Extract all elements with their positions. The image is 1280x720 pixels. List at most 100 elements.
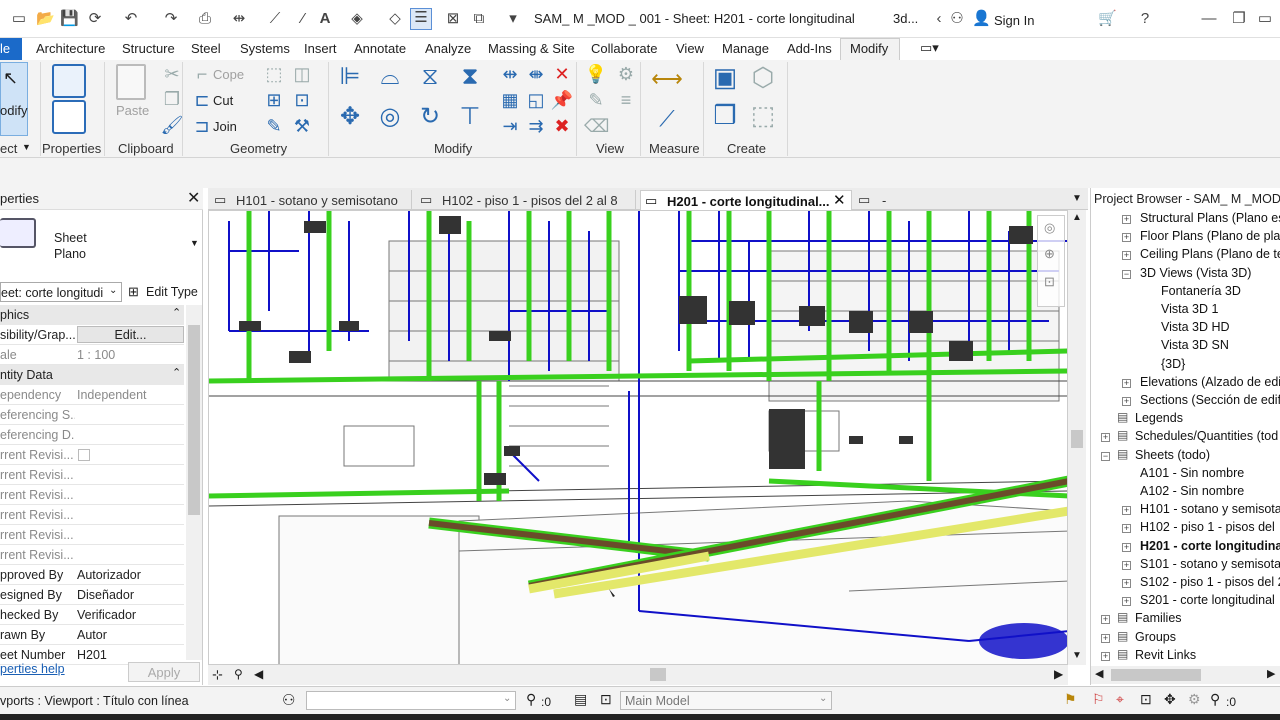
measure-tool-icon[interactable]: ⟷ — [650, 68, 684, 90]
properties-icon[interactable] — [52, 100, 86, 134]
expand-node-icon[interactable]: + — [1122, 251, 1131, 261]
section-icon[interactable]: ◇ — [386, 10, 404, 28]
chevron-down-icon[interactable]: ▼ — [22, 142, 31, 152]
copy-icon[interactable]: ❐ — [160, 88, 184, 110]
select-group-label[interactable]: ect — [0, 141, 17, 156]
project-browser-item[interactable]: Legends — [1135, 411, 1183, 425]
contextual-tab-icon[interactable]: ▭▾ — [920, 40, 939, 56]
project-browser-item[interactable]: Vista 3D SN — [1161, 338, 1229, 352]
project-browser-item[interactable]: Fontanería 3D — [1161, 284, 1241, 298]
geometry-tool-4-icon[interactable]: ⊡ — [290, 89, 314, 111]
zoom-icon[interactable]: ⊡ — [1044, 274, 1055, 290]
tab-view[interactable]: View — [676, 41, 704, 56]
geometry-tool-3-icon[interactable]: ⊞ — [262, 89, 286, 111]
navigation-bar[interactable]: ◎ ⊕ ⊡ — [1037, 215, 1065, 307]
view-cube-icon[interactable]: ◎ — [1044, 220, 1055, 236]
align-icon[interactable]: ⊫ — [338, 65, 362, 89]
collapse-node-icon[interactable]: − — [1101, 451, 1110, 461]
split-gap-icon[interactable]: ⇼ — [524, 63, 548, 85]
scroll-thumb[interactable] — [188, 325, 200, 515]
geometry-tool-1-icon[interactable]: ⬚ — [262, 63, 286, 85]
expand-node-icon[interactable]: + — [1122, 579, 1131, 588]
drag-icon[interactable]: ✥ — [1164, 691, 1176, 708]
project-browser-item[interactable]: S102 - piso 1 - pisos del 2 — [1140, 575, 1280, 589]
cope-button[interactable]: Cope — [213, 67, 244, 82]
tabs-dropdown-icon[interactable]: ▼ — [1072, 193, 1082, 204]
scroll-right-icon[interactable]: ▶ — [1054, 667, 1063, 681]
tab-add-ins[interactable]: Add-Ins — [787, 41, 832, 56]
create-assembly-icon[interactable]: ⬡ — [746, 64, 780, 96]
cope-icon[interactable]: ⌐ — [190, 63, 214, 85]
trim-icon[interactable]: ⊤ — [458, 105, 482, 129]
trim-extend-icon[interactable]: ⇥ — [498, 115, 522, 137]
expand-node-icon[interactable]: + — [1101, 651, 1110, 661]
location-icon[interactable]: ⚲ — [234, 667, 243, 681]
design-option-select[interactable]: Main Model ⌄ — [620, 691, 832, 710]
hide-icon[interactable]: 💡 — [584, 63, 608, 85]
expand-node-icon[interactable]: + — [1122, 378, 1131, 388]
expand-node-icon[interactable]: + — [1122, 397, 1131, 406]
scroll-left-icon[interactable]: ◀ — [254, 667, 263, 681]
override-icon[interactable]: ⚙ — [614, 63, 638, 85]
apply-button[interactable]: Apply — [128, 662, 200, 682]
tab-h102[interactable]: ▭ H102 - piso 1 - pisos del 2 al 8 — [416, 190, 636, 210]
scroll-down-icon[interactable]: ▼ — [1072, 650, 1082, 661]
file-tab[interactable]: le — [0, 38, 22, 60]
expand-node-icon[interactable]: + — [1122, 215, 1131, 224]
project-browser-item[interactable]: S101 - sotano y semisotar — [1140, 557, 1280, 571]
dimension-icon[interactable]: ⟋ — [266, 10, 284, 28]
demolish-icon[interactable]: ⚒ — [290, 115, 314, 137]
expand-node-icon[interactable]: + — [1122, 524, 1131, 534]
project-browser-item[interactable]: Elevations (Alzado de edi — [1140, 375, 1280, 389]
create-similar-icon[interactable]: ⬚ — [746, 102, 780, 134]
project-browser-item[interactable]: A102 - Sin nombre — [1140, 484, 1244, 498]
revision-checkbox[interactable] — [78, 449, 90, 461]
scale-icon[interactable]: ◱ — [524, 89, 548, 111]
canvas-horizontal-scrollbar[interactable]: ⊹ ⚲ ◀ ▶ — [208, 665, 1068, 685]
project-browser-item[interactable]: Groups — [1135, 630, 1176, 644]
tab-manage[interactable]: Manage — [722, 41, 769, 56]
drawing-canvas[interactable]: ◎ ⊕ ⊡ — [208, 210, 1068, 665]
unpin-icon[interactable]: ✕ — [550, 63, 574, 85]
clipboard-icon[interactable] — [116, 64, 146, 100]
sign-in-link[interactable]: Sign In — [994, 13, 1034, 28]
expand-node-icon[interactable]: + — [1122, 560, 1131, 570]
project-browser-item[interactable]: Families — [1135, 611, 1182, 625]
type-dropdown-icon[interactable]: ▼ — [190, 238, 199, 248]
tab-3d[interactable]: ▭ - — [856, 190, 976, 210]
linework-icon[interactable]: ✎ — [584, 89, 608, 111]
prop-value[interactable]: Diseñador — [77, 588, 184, 602]
expand-node-icon[interactable]: + — [1101, 633, 1110, 643]
prop-value[interactable]: Verificador — [77, 608, 184, 622]
join-icon[interactable]: ⊐ — [190, 115, 214, 137]
redo-icon[interactable]: ↷ — [162, 10, 180, 28]
print-icon[interactable]: ⎙ — [196, 10, 214, 28]
section-graphics[interactable]: phics ⌃ — [0, 305, 184, 325]
folder-icon[interactable]: 📂 — [36, 10, 55, 28]
geometry-tool-2-icon[interactable]: ◫ — [290, 63, 314, 85]
copy-element-icon[interactable]: ◎ — [378, 105, 402, 129]
cut-geometry-icon[interactable]: ⊏ — [190, 89, 214, 111]
tab-h101[interactable]: ▭ H101 - sotano y semisotano — [210, 190, 412, 210]
pb-horizontal-scrollbar[interactable]: ◀ ▶ — [1091, 666, 1280, 684]
join-button[interactable]: Join — [213, 119, 237, 134]
pin-view-icon[interactable]: ⊹ — [212, 667, 223, 683]
project-browser-item[interactable]: Ceiling Plans (Plano de te — [1140, 247, 1280, 261]
project-browser-item[interactable]: Schedules/Quantities (tod — [1135, 429, 1278, 443]
scroll-thumb[interactable] — [1071, 430, 1083, 448]
close-hidden-icon[interactable]: ⊠ — [444, 10, 462, 28]
links-icon[interactable]: ⚑ — [1064, 691, 1077, 708]
expand-node-icon[interactable]: + — [1122, 542, 1131, 552]
dimension-tool-icon[interactable]: ⟋ — [650, 108, 684, 130]
project-browser-item[interactable]: H101 - sotano y semisota — [1140, 502, 1280, 516]
switch-windows-icon[interactable]: ⧉ — [470, 10, 488, 28]
3d-view-icon[interactable]: ◈ — [348, 10, 366, 28]
project-browser-item[interactable]: H201 - corte longitudina — [1140, 539, 1280, 553]
help-icon[interactable]: ? — [1136, 10, 1154, 28]
expand-node-icon[interactable]: + — [1122, 233, 1131, 243]
undo-icon[interactable]: ↶ — [122, 10, 140, 28]
tab-collaborate[interactable]: Collaborate — [591, 41, 658, 56]
project-browser-item[interactable]: Sections (Sección de edif — [1140, 393, 1280, 407]
user-icon[interactable]: 👤 — [972, 10, 991, 28]
tab-architecture[interactable]: Architecture — [36, 41, 105, 56]
